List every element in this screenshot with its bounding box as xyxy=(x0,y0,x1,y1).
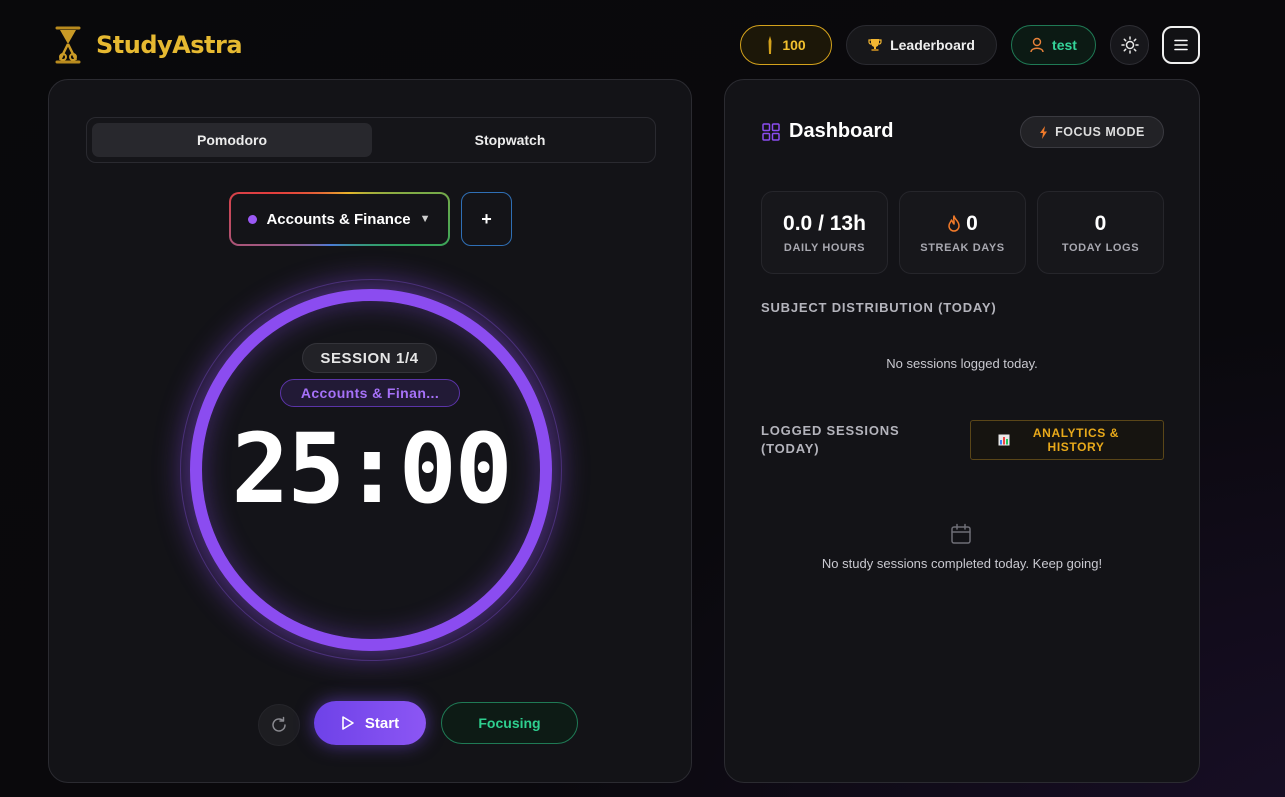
stat-daily-hours: 0.0 / 13h DAILY HOURS xyxy=(761,191,888,274)
daily-hours-label: DAILY HOURS xyxy=(783,241,866,254)
calendar-icon xyxy=(951,523,971,544)
timer-display: 25:00 xyxy=(231,413,513,525)
coins-count: 100 xyxy=(782,37,806,53)
reset-icon xyxy=(272,716,286,732)
play-icon xyxy=(342,716,354,730)
focus-mode-label: FOCUS MODE xyxy=(1055,125,1145,139)
analytics-history-button[interactable]: ANALYTICS & HISTORY xyxy=(970,420,1164,460)
start-button[interactable]: Start xyxy=(314,701,426,745)
tab-stopwatch[interactable]: Stopwatch xyxy=(370,123,650,157)
user-icon xyxy=(1030,37,1044,53)
theme-toggle-button[interactable] xyxy=(1110,25,1149,65)
flame-icon xyxy=(948,215,960,232)
reset-button[interactable] xyxy=(258,704,300,746)
logged-sessions-empty: No study sessions completed today. Keep … xyxy=(821,556,1103,571)
subject-distribution-heading: SUBJECT DISTRIBUTION (TODAY) xyxy=(761,300,997,315)
dashboard-header: Dashboard xyxy=(762,120,893,143)
app-name: StudyAstra xyxy=(96,31,243,59)
user-name: test xyxy=(1052,37,1077,53)
grid-icon xyxy=(762,122,780,141)
dashboard-panel: Dashboard FOCUS MODE 0.0 / 13h DAILY HOU… xyxy=(724,79,1200,783)
app-logo[interactable]: StudyAstra xyxy=(54,26,243,64)
streak-days-value: 0 xyxy=(966,211,978,235)
selected-subject: Accounts & Finance xyxy=(266,210,411,228)
sun-icon xyxy=(1120,36,1139,54)
coin-icon xyxy=(768,36,772,54)
hourglass-icon xyxy=(55,26,81,64)
user-profile-button[interactable]: test xyxy=(1011,25,1096,65)
coins-button[interactable]: 100 xyxy=(740,25,832,65)
hamburger-menu-icon xyxy=(1174,39,1188,51)
stat-today-logs: 0 TODAY LOGS xyxy=(1037,191,1164,274)
logged-sessions-heading: LOGGED SESSIONS (TODAY) xyxy=(761,423,900,456)
session-counter: SESSION 1/4 xyxy=(302,343,437,373)
today-logs-label: TODAY LOGS xyxy=(1061,241,1140,254)
current-subject-badge: Accounts & Finan... xyxy=(280,379,460,407)
add-subject-button[interactable]: + xyxy=(461,192,512,246)
trophy-icon xyxy=(868,39,882,51)
daily-hours-value: 0.0 / 13h xyxy=(783,211,866,235)
dashboard-title: Dashboard xyxy=(789,120,894,142)
bolt-icon xyxy=(1040,125,1048,139)
analytics-history-label: ANALYTICS & HISTORY xyxy=(1032,426,1120,454)
chevron-down-icon: ▼ xyxy=(419,213,431,225)
stat-streak-days: 0 STREAK DAYS xyxy=(899,191,1026,274)
today-logs-value: 0 xyxy=(1094,211,1107,235)
timer-dial: SESSION 1/4 Accounts & Finan... 25:00 xyxy=(180,279,562,661)
timer-panel: Pomodoro Stopwatch Accounts & Finance ▼ … xyxy=(48,79,692,783)
tab-pomodoro[interactable]: Pomodoro xyxy=(92,123,372,157)
timer-mode-tabs: Pomodoro Stopwatch xyxy=(86,117,656,163)
leaderboard-label: Leaderboard xyxy=(890,37,975,53)
menu-button[interactable] xyxy=(1162,26,1200,64)
chart-icon xyxy=(998,434,1010,446)
subject-dropdown[interactable]: Accounts & Finance ▼ xyxy=(229,192,450,246)
leaderboard-button[interactable]: Leaderboard xyxy=(846,25,997,65)
streak-days-label: STREAK DAYS xyxy=(920,241,1005,254)
focus-mode-button[interactable]: FOCUS MODE xyxy=(1020,116,1164,148)
focus-status-button[interactable]: Focusing xyxy=(441,702,578,744)
start-label: Start xyxy=(364,714,400,732)
subject-color-dot xyxy=(248,214,258,224)
subject-distribution-empty: No sessions logged today. xyxy=(886,356,1038,371)
